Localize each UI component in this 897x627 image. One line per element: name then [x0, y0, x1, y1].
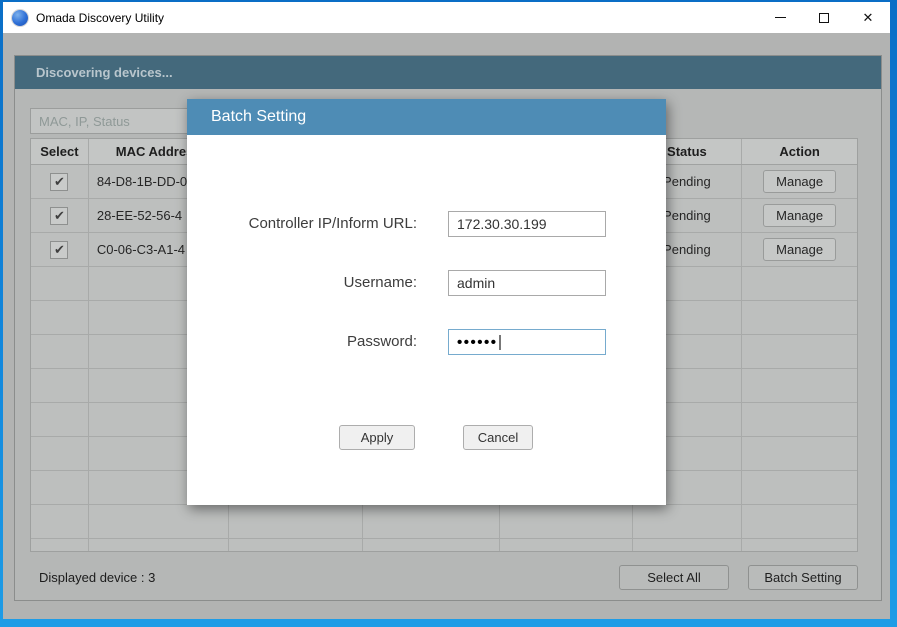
- password-field[interactable]: ••••••: [448, 329, 606, 355]
- col-header-select: Select: [31, 139, 89, 164]
- checkmark-icon: ✔: [54, 208, 65, 224]
- app-window: Omada Discovery Utility ✕ Discovering de…: [0, 0, 897, 627]
- minimize-button[interactable]: [758, 2, 802, 33]
- controller-url-value: 172.30.30.199: [457, 216, 547, 232]
- displayed-device-count: Displayed device : 3: [39, 565, 155, 590]
- window-controls: ✕: [758, 2, 890, 33]
- title-bar[interactable]: Omada Discovery Utility ✕: [3, 2, 890, 33]
- controller-url-label: Controller IP/Inform URL:: [187, 211, 417, 237]
- panel-header: Discovering devices...: [15, 56, 881, 89]
- username-field[interactable]: admin: [448, 270, 606, 296]
- batch-setting-dialog: Batch Setting Controller IP/Inform URL: …: [187, 99, 666, 505]
- dialog-body: Controller IP/Inform URL: 172.30.30.199 …: [187, 135, 666, 505]
- manage-button[interactable]: Manage: [763, 170, 836, 193]
- controller-url-field[interactable]: 172.30.30.199: [448, 211, 606, 237]
- username-value: admin: [457, 275, 495, 291]
- username-label: Username:: [187, 270, 417, 296]
- manage-button[interactable]: Manage: [763, 204, 836, 227]
- row-checkbox[interactable]: ✔: [50, 207, 68, 225]
- select-all-button[interactable]: Select All: [619, 565, 729, 590]
- maximize-icon: [819, 13, 829, 23]
- row-checkbox[interactable]: ✔: [50, 173, 68, 191]
- empty-row: [31, 505, 857, 539]
- dialog-header: Batch Setting: [187, 99, 666, 135]
- password-value: ••••••: [457, 334, 498, 351]
- col-header-action: Action: [742, 139, 857, 164]
- panel-title: Discovering devices...: [36, 65, 173, 80]
- maximize-button[interactable]: [802, 2, 846, 33]
- batch-setting-button[interactable]: Batch Setting: [748, 565, 858, 590]
- cancel-button[interactable]: Cancel: [463, 425, 533, 450]
- text-cursor: [499, 335, 501, 350]
- apply-button[interactable]: Apply: [339, 425, 415, 450]
- close-icon: ✕: [863, 10, 874, 26]
- manage-button[interactable]: Manage: [763, 238, 836, 261]
- checkmark-icon: ✔: [54, 174, 65, 190]
- dialog-title: Batch Setting: [211, 108, 306, 126]
- window-title: Omada Discovery Utility: [36, 11, 164, 25]
- app-logo-icon: [12, 10, 28, 26]
- password-label: Password:: [187, 329, 417, 355]
- row-checkbox[interactable]: ✔: [50, 241, 68, 259]
- minimize-icon: [775, 17, 786, 18]
- empty-row: [31, 539, 857, 552]
- close-button[interactable]: ✕: [846, 2, 890, 33]
- checkmark-icon: ✔: [54, 242, 65, 258]
